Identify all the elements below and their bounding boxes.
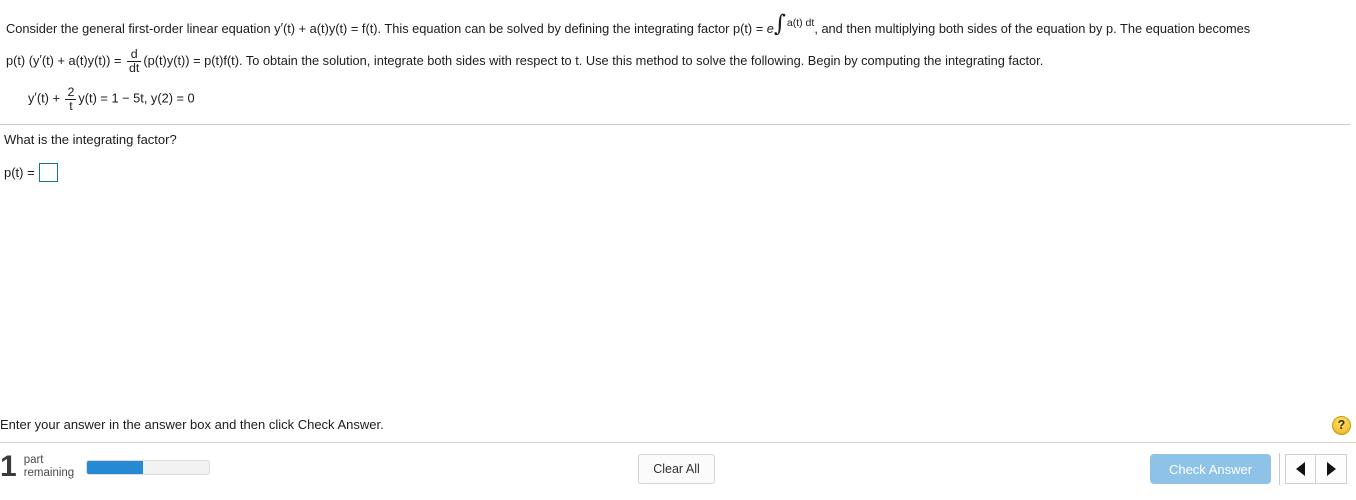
fraction-numerator: d	[130, 47, 138, 62]
coefficient-denominator: t	[65, 98, 77, 113]
fraction-denominator: dt	[127, 61, 142, 75]
d-dt-fraction: d dt	[127, 47, 142, 75]
euler-e-symbol: e	[766, 21, 774, 36]
previous-part-button[interactable]	[1285, 454, 1316, 484]
parts-label-line-1: part	[23, 453, 44, 466]
equation-after-prime: (t) +	[36, 90, 64, 106]
parts-remaining-count: 1	[0, 450, 17, 483]
progress-bar	[86, 459, 211, 475]
section-divider-top	[0, 124, 1350, 125]
integral-sign-icon: ∫	[773, 11, 786, 37]
integral-integrand: a(t) dt	[786, 17, 815, 29]
given-equation: y′(t) + 2 t y(t) = 1 − 5t, y(2) = 0	[28, 86, 195, 112]
help-icon[interactable]: ?	[1332, 416, 1351, 435]
paragraph-text-part-3: , and then multiplying both sides of the…	[814, 21, 1251, 36]
progress-bar-fill	[87, 460, 144, 474]
question-prompt: What is the integrating factor?	[4, 132, 177, 147]
nav-separator	[1279, 453, 1280, 485]
problem-paragraph-line-2: p(t) (y′(t) + a(t)y(t)) = d dt (p(t)y(t)) …	[6, 44, 1350, 76]
parts-label-line-2: remaining	[23, 467, 75, 479]
parts-remaining-group: 1 part remaining	[0, 450, 211, 483]
clear-all-button[interactable]: Clear All	[638, 454, 715, 484]
coefficient-fraction: 2t	[65, 85, 77, 113]
next-part-button[interactable]	[1316, 454, 1347, 484]
problem-paragraph-line-1: Consider the general first-order linear …	[6, 12, 1350, 44]
answer-row: p(t) =	[4, 163, 58, 182]
exercise-page: Consider the general first-order linear …	[0, 0, 1356, 500]
equation-tail: y(t) = 1 − 5t, y(2) = 0	[78, 90, 195, 106]
problem-statement: Consider the general first-order linear …	[0, 0, 1356, 124]
check-answer-button[interactable]: Check Answer	[1150, 454, 1271, 484]
navigation-buttons	[1285, 454, 1347, 484]
instruction-text: Enter your answer in the answer box and …	[0, 417, 384, 432]
parts-remaining-label: part remaining	[24, 454, 75, 481]
answer-input[interactable]	[38, 163, 58, 182]
paragraph2-text-part-3: (p(t)y(t)) = p(t)f(t). To obtain the sol…	[143, 53, 1044, 68]
paragraph-text-part-1: Consider the general first-order linear …	[6, 21, 281, 36]
footer-toolbar: 1 part remaining Clear All Check Answer	[0, 443, 1356, 500]
paragraph2-text-part-1: p(t) (y	[6, 53, 40, 68]
answer-label: p(t) =	[4, 165, 35, 180]
paragraph-text-part-2: (t) + a(t)y(t) = f(t). This equation can…	[282, 21, 767, 36]
coefficient-numerator: 2	[67, 85, 75, 99]
triangle-right-icon	[1326, 462, 1336, 476]
paragraph2-text-part-2: (t) + a(t)y(t)) =	[41, 53, 126, 68]
integral-exponent: ∫a(t) dt	[773, 11, 815, 37]
triangle-left-icon	[1296, 462, 1305, 476]
